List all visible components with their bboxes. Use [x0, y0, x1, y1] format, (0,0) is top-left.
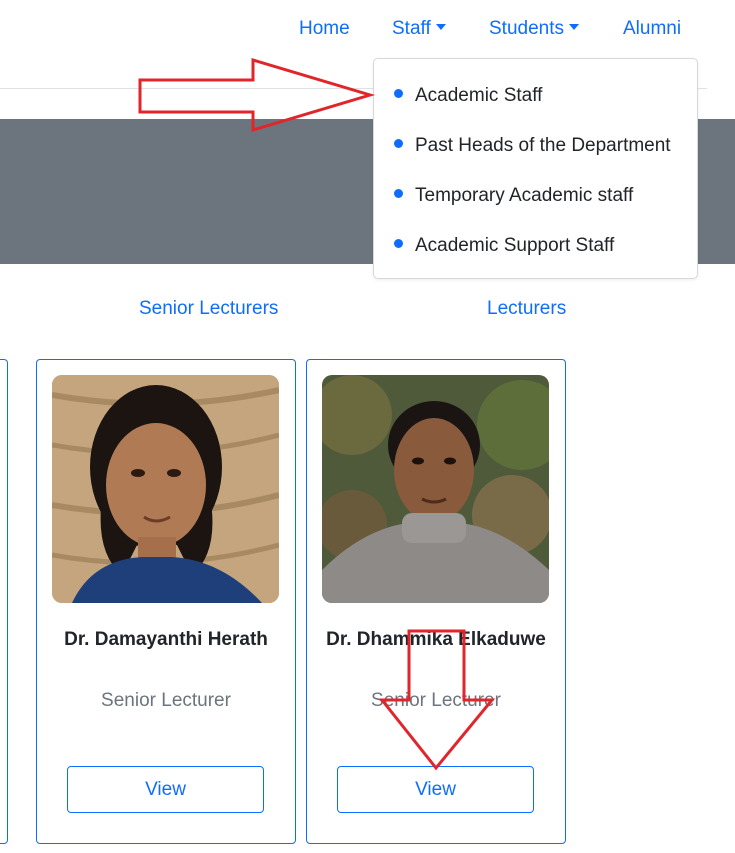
view-profile-button[interactable]: View: [337, 766, 534, 813]
nav-alumni-link[interactable]: Alumni: [623, 18, 681, 40]
dropdown-item-support-staff[interactable]: Academic Support Staff: [394, 235, 614, 257]
staff-card: Dr. Dhammika Elkaduwe Senior Lecturer Vi…: [306, 359, 566, 844]
dropdown-item-label: Academic Staff: [415, 85, 543, 106]
nav-students-dropdown[interactable]: Students: [489, 18, 579, 40]
tab-senior-lecturers[interactable]: Senior Lecturers: [139, 298, 278, 320]
staff-dropdown-menu: Academic Staff Past Heads of the Departm…: [373, 58, 698, 279]
bullet-icon: [394, 189, 403, 198]
caret-down-icon: [435, 24, 446, 30]
staff-name: Dr. Damayanthi Herath: [64, 629, 268, 650]
view-profile-button[interactable]: View: [67, 766, 264, 813]
caret-down-icon: [569, 24, 579, 30]
dropdown-item-academic-staff[interactable]: Academic Staff: [394, 85, 542, 107]
dropdown-item-label: Academic Support Staff: [415, 235, 615, 256]
tab-lecturers[interactable]: Lecturers: [487, 298, 566, 320]
bullet-icon: [394, 139, 403, 148]
staff-role: Senior Lecturer: [101, 690, 231, 711]
nav-students-label: Students: [489, 18, 564, 39]
staff-card-partial: [0, 359, 8, 844]
staff-photo: [52, 375, 279, 603]
staff-role: Senior Lecturer: [371, 690, 501, 711]
dropdown-item-label: Past Heads of the Department: [415, 135, 671, 156]
nav-staff-label: Staff: [392, 18, 431, 39]
staff-photo: [322, 375, 549, 603]
dropdown-item-past-heads[interactable]: Past Heads of the Department: [394, 135, 671, 157]
nav-home-link[interactable]: Home: [299, 18, 350, 40]
bullet-icon: [394, 89, 403, 98]
dropdown-item-label: Temporary Academic staff: [415, 185, 634, 206]
staff-name: Dr. Dhammika Elkaduwe: [326, 629, 546, 650]
bullet-icon: [394, 239, 403, 248]
dropdown-item-temporary-staff[interactable]: Temporary Academic staff: [394, 185, 633, 207]
staff-card: Dr. Damayanthi Herath Senior Lecturer Vi…: [36, 359, 296, 844]
nav-staff-dropdown[interactable]: Staff: [392, 18, 446, 40]
